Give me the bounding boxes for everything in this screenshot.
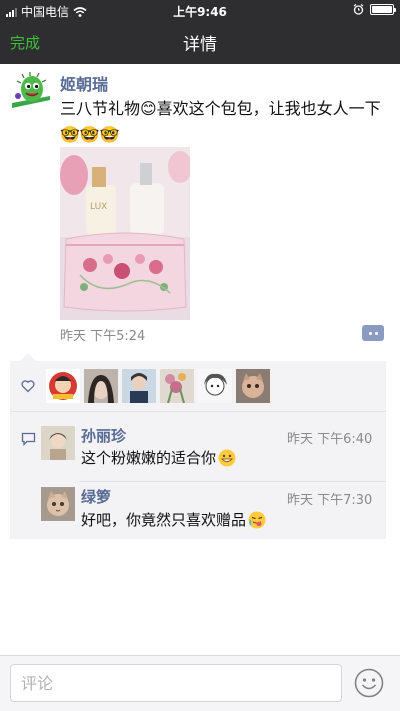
comment-author[interactable]: 孙丽珍	[81, 425, 126, 446]
likes-divider	[10, 411, 386, 412]
gift-bag-photo: LUX	[60, 147, 190, 320]
comment-timestamp: 昨天 下午6:40	[287, 432, 373, 447]
cactus-avatar-image	[10, 72, 52, 114]
liker-avatars	[46, 369, 270, 403]
post-photo[interactable]: LUX	[60, 147, 190, 320]
comment-timestamp: 昨天 下午7:30	[287, 493, 373, 508]
comment-input[interactable]	[10, 664, 342, 702]
battery-icon	[370, 4, 396, 15]
grin-emoji-icon	[218, 449, 236, 466]
post-author-name[interactable]: 姬朝瑞	[60, 71, 108, 95]
status-time: 上午9:46	[173, 5, 227, 19]
liker-avatar[interactable]	[122, 369, 156, 403]
svg-text:LUX: LUX	[90, 202, 107, 212]
likes-comments-panel: 孙丽珍 昨天 下午6:40 这个粉嫩嫩的适合你 绿箩 昨天 下午7:30 好吧，…	[10, 361, 386, 539]
comment-icon	[21, 432, 36, 446]
comment-author[interactable]: 绿箩	[81, 486, 111, 507]
author-avatar[interactable]	[10, 72, 52, 114]
liker-avatar[interactable]	[198, 369, 232, 403]
heart-icon	[21, 380, 35, 393]
emoji-button-icon[interactable]	[354, 668, 384, 698]
post-timestamp: 昨天 下午5:24	[60, 329, 146, 344]
alarm-icon	[353, 4, 364, 15]
more-options-button[interactable]	[362, 325, 384, 341]
comment-text-row: 这个粉嫩嫩的适合你	[81, 447, 236, 468]
page-title: 详情	[183, 35, 217, 55]
comment-text: 这个粉嫩嫩的适合你	[81, 449, 217, 467]
liker-avatar[interactable]	[84, 369, 118, 403]
nav-bar: 完成 详情	[0, 20, 400, 64]
tongue-emoji-icon	[248, 511, 266, 528]
status-bar: 中国电信 上午9:46	[0, 0, 400, 20]
panel-notch	[20, 353, 36, 361]
commenter-avatar[interactable]	[41, 487, 75, 521]
liker-avatar[interactable]	[46, 369, 80, 403]
post-text: 三八节礼物😊喜欢这个包包，让我也女人一下🤓🤓🤓	[60, 99, 381, 144]
commenter-avatar[interactable]	[41, 426, 75, 460]
comment-text: 好吧，你竟然只喜欢赠品	[81, 511, 247, 529]
comment-text-row: 好吧，你竟然只喜欢赠品	[81, 509, 266, 530]
comment-divider	[80, 481, 386, 482]
status-right	[353, 4, 396, 15]
liker-avatar[interactable]	[160, 369, 194, 403]
comment-input-bar	[0, 655, 400, 711]
liker-avatar[interactable]	[236, 369, 270, 403]
